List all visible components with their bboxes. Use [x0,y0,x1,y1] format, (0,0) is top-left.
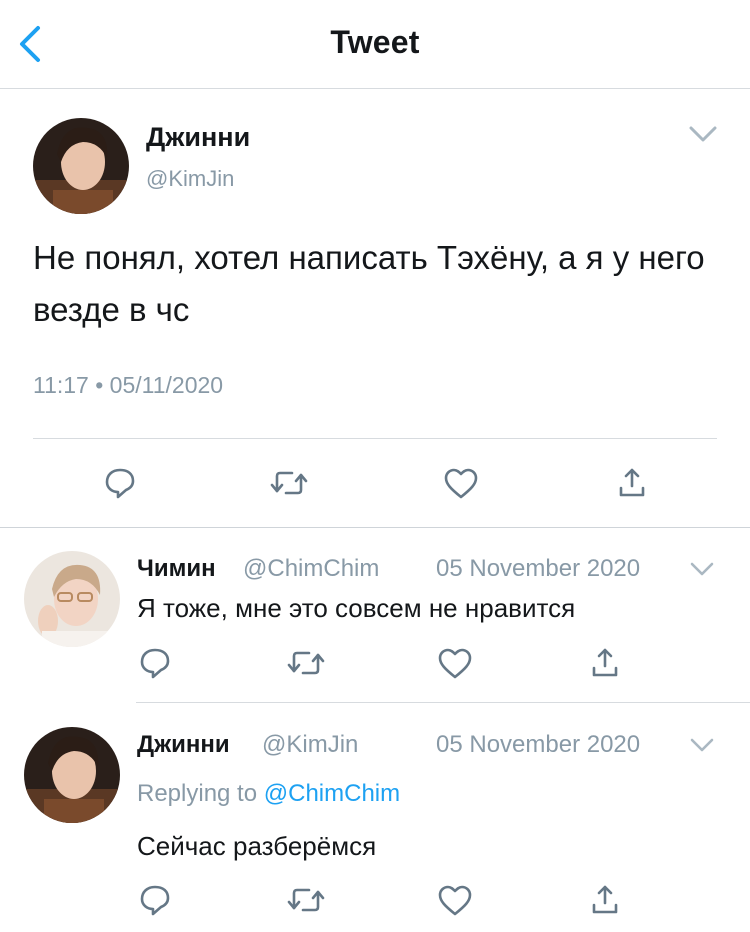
retweet-icon [270,471,308,495]
share-button[interactable] [590,646,620,685]
share-icon [592,885,618,914]
reply-text: Я тоже, мне это совсем не нравится [137,593,576,623]
reply-icon [140,648,170,679]
avatar[interactable] [33,118,129,214]
retweet-button[interactable] [287,648,325,683]
reply-divider [136,702,750,703]
retweet-icon [287,888,325,912]
chevron-down-icon [690,562,714,576]
retweet-button[interactable] [270,468,308,503]
more-options-button[interactable] [689,560,715,583]
reply-date: 05 November 2020 [436,555,641,582]
replying-to-mention-link[interactable]: @ChimChim [264,780,400,807]
heart-icon [438,648,472,679]
more-options-button[interactable] [689,736,715,759]
like-button[interactable] [443,468,479,505]
reply-date: 05 November 2020 [436,731,641,758]
share-icon [619,468,645,497]
author-handle[interactable]: @KimJin [146,166,234,192]
retweet-button[interactable] [287,885,325,920]
like-button[interactable] [437,885,473,922]
reply-author-handle[interactable]: @KimJin [262,731,358,759]
reply-text: Сейчас разберёмся [137,831,377,861]
reply-icon [105,468,135,499]
reply-author-name[interactable]: Чимин [137,555,216,583]
heart-icon [444,468,478,499]
reply-button[interactable] [138,883,172,922]
replying-to-line: Replying to @ChimChim [137,780,400,808]
reply-icon [140,885,170,916]
author-name[interactable]: Джинни [146,122,250,153]
reply-button[interactable] [138,646,172,685]
page-title: Tweet [330,24,420,60]
reply-author-handle[interactable]: @ChimChim [243,555,379,583]
avatar[interactable] [24,551,120,647]
reply-author-name[interactable]: Джинни [137,731,230,759]
top-nav-bar: Tweet [0,0,750,88]
avatar[interactable] [24,727,120,823]
like-button[interactable] [437,648,473,685]
chevron-down-icon [689,126,717,142]
header-divider [0,88,750,89]
retweet-icon [287,651,325,675]
reply-button[interactable] [103,466,137,505]
divider [33,438,717,439]
replying-to-label: Replying to [137,780,258,807]
share-button[interactable] [590,883,620,922]
tweet-timestamp[interactable]: 11:17 • 05/11/2020 [33,372,223,399]
heart-icon [438,885,472,916]
share-button[interactable] [617,466,647,505]
share-icon [592,648,618,677]
more-options-button[interactable] [688,124,718,149]
section-divider [0,527,750,528]
tweet-text: Не понял, хотел написать Тэхёну, а я у н… [33,239,705,328]
chevron-down-icon [690,738,714,752]
